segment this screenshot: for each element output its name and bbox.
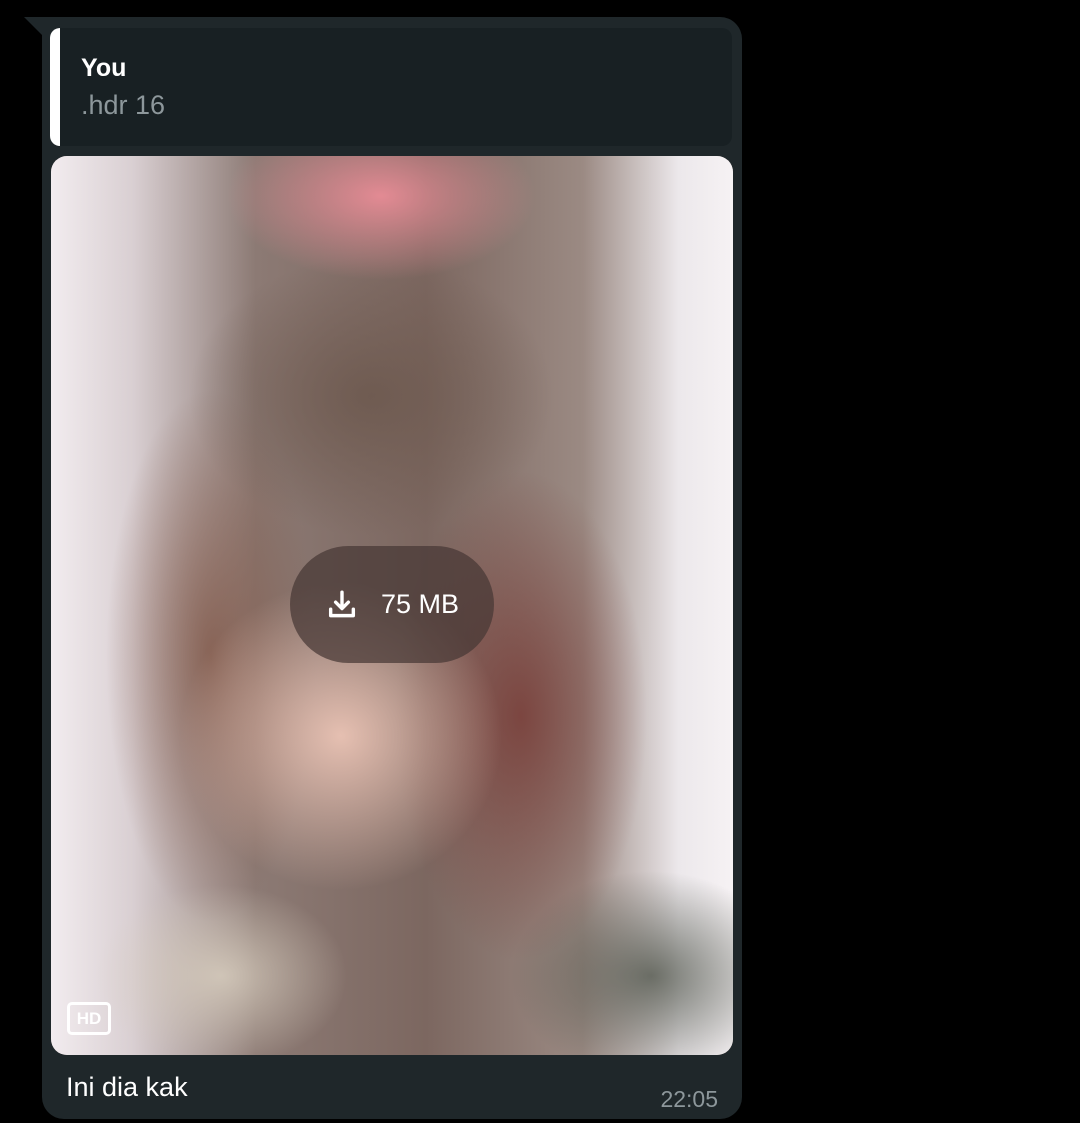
download-icon [328,590,356,617]
message-caption: Ini dia kak [66,1072,188,1102]
message-time: 22:05 [660,1086,718,1112]
quoted-reply[interactable]: You .hdr 16 [50,28,732,146]
quote-accent-bar [50,28,60,146]
quoted-author: You [81,54,127,82]
quoted-text: .hdr 16 [81,90,166,120]
video-thumbnail[interactable]: 75 MB HD [51,156,733,1055]
hd-badge: HD [67,1002,111,1035]
download-size: 75 MB [380,589,460,619]
message-bubble[interactable]: You .hdr 16 75 MB HD Ini dia kak 22:05 [42,17,742,1119]
download-button[interactable]: 75 MB [290,546,494,663]
